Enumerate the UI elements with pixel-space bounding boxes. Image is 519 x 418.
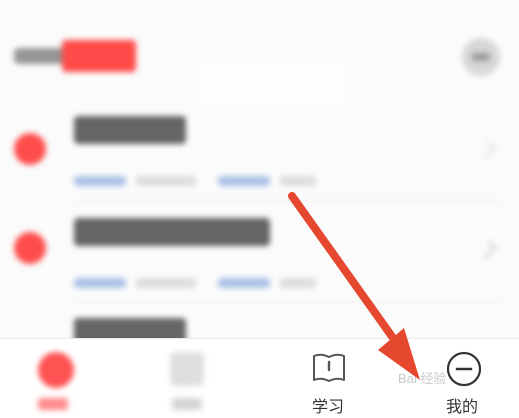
blurred-watermark: [200, 60, 350, 110]
profile-icon[interactable]: [445, 350, 483, 388]
list-item-meta: [136, 176, 196, 186]
list-item-title[interactable]: [74, 218, 270, 246]
list-item-meta: [136, 278, 196, 288]
watermark: Bai 经验: [398, 371, 447, 386]
list-item-meta: [218, 176, 270, 186]
list-item-meta: [280, 278, 316, 288]
home-icon: [38, 352, 74, 388]
tab-home-label: [38, 398, 68, 410]
app-screen: 学习 我的 Bai 经验: [0, 0, 519, 418]
list-item-meta: [74, 176, 126, 186]
list-item-dot: [14, 232, 46, 264]
list-item-meta: [280, 176, 316, 186]
tab-study-label[interactable]: 学习: [312, 393, 344, 417]
blurred-content: [0, 0, 519, 346]
chevron-right-icon: [477, 140, 497, 160]
grid-icon: [170, 352, 204, 386]
book-icon[interactable]: [312, 352, 346, 384]
list-item-dot: [14, 133, 46, 165]
header-action-icon[interactable]: [462, 38, 500, 76]
header-badge: [62, 40, 136, 72]
chevron-right-icon: [477, 240, 497, 260]
list-item-title[interactable]: [74, 116, 186, 144]
tab-mine-label[interactable]: 我的: [446, 393, 478, 417]
tab-second-label: [172, 398, 202, 410]
list-item-meta: [74, 278, 126, 288]
list-item-meta: [218, 278, 270, 288]
divider: [74, 200, 504, 201]
divider: [74, 302, 504, 303]
